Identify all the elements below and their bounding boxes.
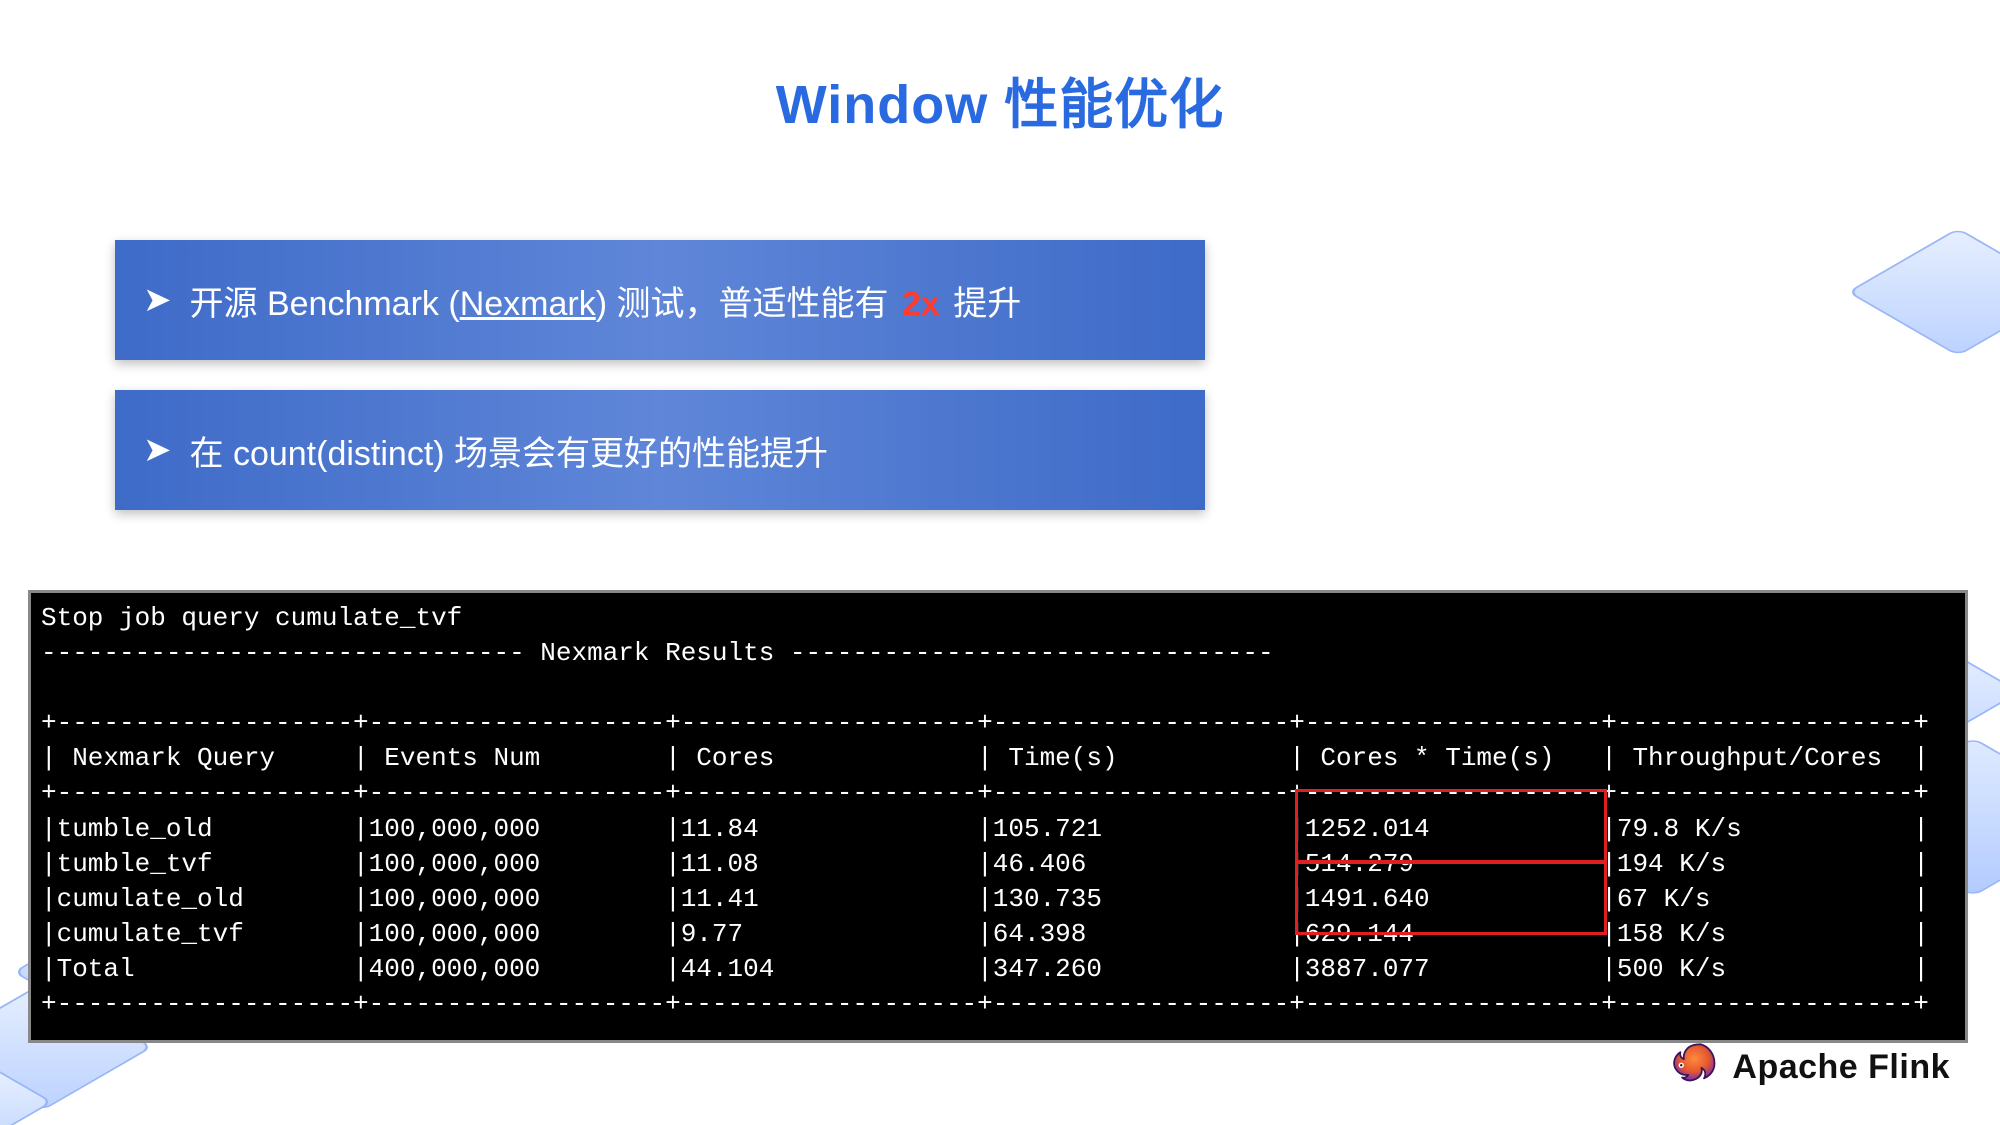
bullet-text: 开源 Benchmark (Nexmark) 测试，普适性能有 2x 提升 [190, 276, 1022, 325]
bullet-list: ➤ 开源 Benchmark (Nexmark) 测试，普适性能有 2x 提升 … [115, 240, 1205, 540]
bullet-item-benchmark: ➤ 开源 Benchmark (Nexmark) 测试，普适性能有 2x 提升 [115, 240, 1205, 360]
flink-squirrel-icon [1662, 1039, 1718, 1095]
terminal-text: Stop job query cumulate_tvf ------------… [41, 601, 1955, 1022]
bullet-item-count-distinct: ➤ 在 count(distinct) 场景会有更好的性能提升 [115, 390, 1205, 510]
chevron-right-icon: ➤ [143, 433, 172, 467]
bullet-text: 在 count(distinct) 场景会有更好的性能提升 [190, 426, 829, 475]
highlight-2x: 2x [902, 285, 940, 323]
brand-name: Apache Flink [1732, 1048, 1950, 1087]
nexmark-link[interactable]: Nexmark [460, 285, 596, 323]
terminal-output: Stop job query cumulate_tvf ------------… [28, 590, 1968, 1043]
slide-title: Window 性能优化 [0, 0, 2000, 139]
footer-logo: Apache Flink [1662, 1039, 1950, 1095]
chevron-right-icon: ➤ [143, 283, 172, 317]
slide: Window 性能优化 ➤ 开源 Benchmark (Nexmark) 测试，… [0, 0, 2000, 1125]
